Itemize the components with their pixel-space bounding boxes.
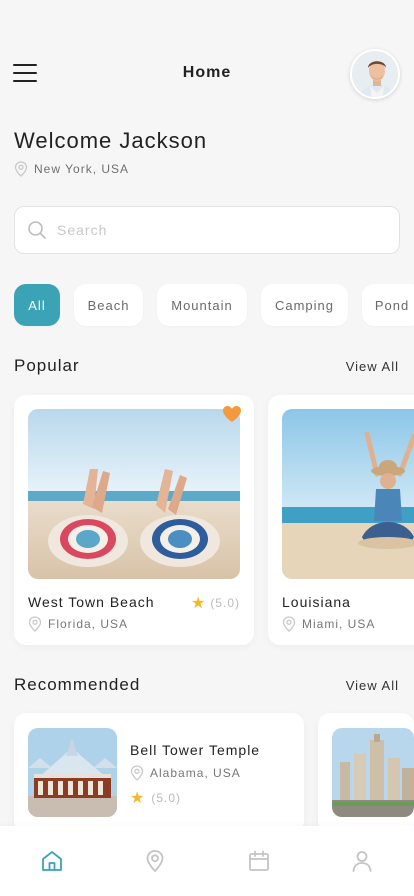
category-chip-camping[interactable]: Camping: [261, 284, 348, 326]
profile-icon[interactable]: [342, 841, 382, 881]
category-chip-all[interactable]: All: [14, 284, 60, 326]
card-location: Alabama, USA: [130, 765, 241, 781]
search-bar[interactable]: [14, 206, 400, 254]
popular-card-louisiana[interactable]: Louisiana Miami, USA: [268, 395, 414, 645]
search-icon: [28, 221, 46, 239]
category-chip-mountain[interactable]: Mountain: [157, 284, 247, 326]
card-location-text: Florida, USA: [48, 617, 129, 631]
home-screen: Home Welcome Jackson New York, USA Searc…: [0, 0, 414, 896]
rating-value: (5.0): [210, 596, 240, 610]
popular-view-all-link[interactable]: View All: [346, 359, 399, 374]
location-pin-icon: [28, 616, 42, 632]
city-skyline-photo: [332, 728, 414, 817]
card-title: West Town Beach: [28, 594, 155, 610]
recommended-card-bell-tower-temple[interactable]: Bell Tower Temple Alabama, USA ★ (5.0): [14, 713, 304, 833]
category-filter-list: All Beach Mountain Camping Pond: [14, 284, 414, 326]
card-rating: ★ (5.0): [191, 593, 240, 613]
search-input[interactable]: [57, 222, 357, 238]
current-location-text: New York, USA: [34, 162, 130, 176]
star-icon: ★: [130, 790, 146, 807]
location-pin-icon: [14, 161, 28, 177]
welcome-heading: Welcome Jackson: [14, 128, 208, 153]
card-location: Miami, USA: [282, 616, 375, 632]
card-location-text: Alabama, USA: [150, 766, 241, 780]
card-location: Florida, USA: [28, 616, 128, 632]
calendar-icon[interactable]: [239, 841, 279, 881]
top-bar: Home: [0, 46, 414, 100]
popular-section-title: Popular: [14, 356, 80, 375]
card-title: Louisiana: [282, 594, 351, 610]
recommended-card-partial[interactable]: [318, 713, 414, 833]
popular-card-west-town-beach[interactable]: West Town Beach ★ (5.0) Florida, USA: [14, 395, 254, 645]
location-pin-icon: [282, 616, 296, 632]
bottom-navigation: [0, 826, 414, 896]
recommended-section-title: Recommended: [14, 675, 141, 694]
user-avatar[interactable]: [350, 49, 400, 99]
favorite-heart-icon[interactable]: [222, 405, 242, 428]
location-pin-icon: [130, 765, 144, 781]
current-location: New York, USA: [14, 161, 129, 177]
card-title: Bell Tower Temple: [130, 742, 261, 758]
rating-value: (5.0): [151, 791, 182, 805]
category-chip-pond[interactable]: Pond: [362, 284, 414, 326]
west-town-beach-photo: [28, 409, 240, 579]
recommended-view-all-link[interactable]: View All: [346, 678, 399, 693]
category-chip-beach[interactable]: Beach: [74, 284, 143, 326]
louisiana-photo: [282, 409, 414, 579]
map-pin-icon[interactable]: [135, 841, 175, 881]
home-icon[interactable]: [32, 841, 72, 881]
bell-tower-temple-photo: [28, 728, 117, 817]
star-icon: ★: [190, 595, 207, 612]
card-rating: ★ (5.0): [130, 788, 181, 808]
card-location-text: Miami, USA: [302, 617, 376, 631]
